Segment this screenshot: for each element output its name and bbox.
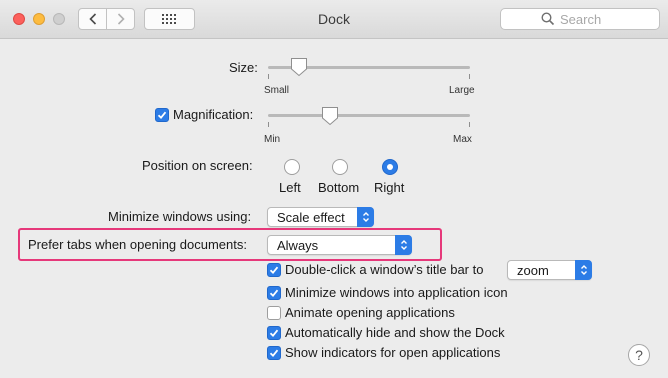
checkmark-icon	[269, 329, 279, 338]
popup-arrows-icon	[357, 207, 374, 227]
auto-hide-checkbox[interactable]	[267, 326, 281, 340]
size-tick-min	[268, 74, 269, 79]
magnification-slider-thumb[interactable]	[321, 106, 339, 126]
search-placeholder: Search	[560, 12, 602, 27]
double-click-action-popup[interactable]: zoom	[507, 260, 592, 280]
minimize-into-icon-checkbox[interactable]	[267, 286, 281, 300]
magnification-tick-min	[268, 122, 269, 127]
position-right-label: Right	[374, 180, 405, 195]
minimize-into-icon-label: Minimize windows into application icon	[285, 285, 508, 300]
double-click-checkbox[interactable]	[267, 263, 281, 277]
double-click-label: Double-click a window’s title bar to	[285, 262, 484, 277]
prefer-tabs-label: Prefer tabs when opening documents:	[28, 237, 247, 252]
animate-opening-label: Animate opening applications	[285, 305, 455, 320]
animate-opening-checkbox[interactable]	[267, 306, 281, 320]
show-indicators-checkbox[interactable]	[267, 346, 281, 360]
position-bottom-radio[interactable]	[332, 159, 348, 175]
magnification-label: Magnification:	[173, 107, 254, 122]
magnification-checkbox[interactable]	[155, 108, 169, 122]
minimize-label: Minimize windows using:	[108, 209, 252, 224]
checkmark-icon	[269, 349, 279, 358]
prefer-tabs-popup[interactable]: Always	[267, 235, 412, 255]
size-tick-max	[469, 74, 470, 79]
magnification-min-label: Min	[264, 134, 281, 145]
magnification-tick-max	[469, 122, 470, 127]
size-max-label: Large	[449, 85, 475, 96]
checkmark-icon	[269, 289, 279, 298]
magnification-slider-track[interactable]	[268, 114, 470, 117]
popup-arrows-icon	[395, 235, 412, 255]
magnification-max-label: Max	[453, 134, 472, 145]
position-left-radio[interactable]	[284, 159, 300, 175]
title-bar: Dock Search	[0, 0, 668, 39]
size-label: Size:	[229, 60, 258, 75]
size-min-label: Small	[264, 85, 290, 96]
position-bottom-label: Bottom	[318, 180, 360, 195]
size-slider-thumb[interactable]	[290, 57, 308, 77]
show-indicators-label: Show indicators for open applications	[285, 345, 501, 360]
minimize-effect-value: Scale effect	[277, 210, 345, 225]
search-field[interactable]: Search	[500, 8, 660, 30]
prefer-tabs-value: Always	[277, 238, 319, 253]
position-right-radio[interactable]	[382, 159, 398, 175]
help-button[interactable]: ?	[628, 344, 650, 366]
checkmark-icon	[157, 111, 167, 120]
position-label: Position on screen:	[142, 158, 253, 173]
double-click-action-value: zoom	[517, 263, 549, 278]
popup-arrows-icon	[575, 260, 592, 280]
minimize-effect-popup[interactable]: Scale effect	[267, 207, 374, 227]
auto-hide-label: Automatically hide and show the Dock	[285, 325, 505, 340]
checkmark-icon	[269, 266, 279, 275]
search-icon	[541, 12, 555, 26]
position-left-label: Left	[279, 180, 301, 195]
